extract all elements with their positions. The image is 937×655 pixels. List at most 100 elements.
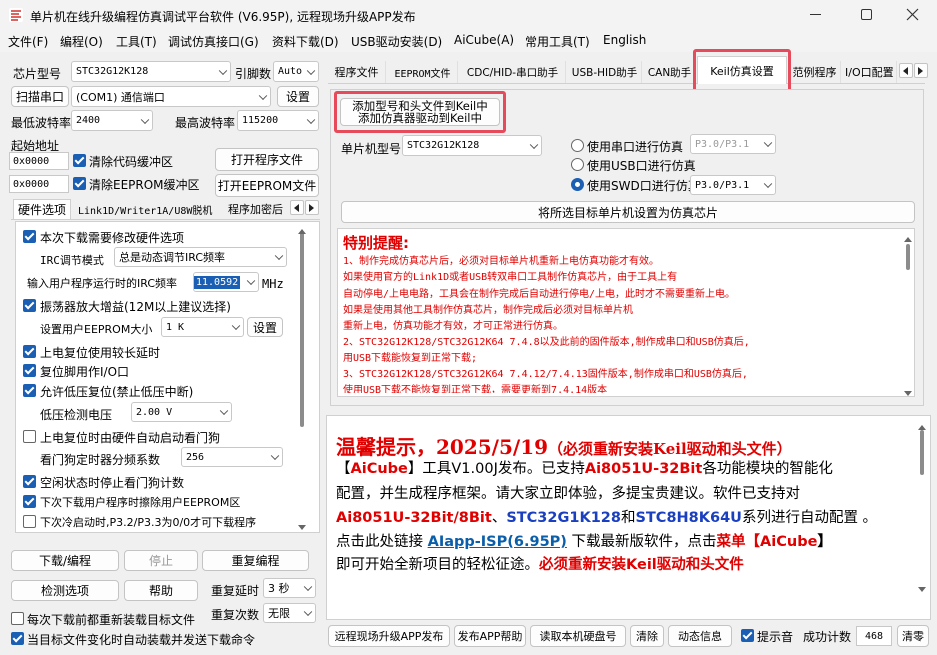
left-tab-scroll-left[interactable] (290, 200, 304, 215)
menu-tools[interactable]: 工具(T) (116, 33, 157, 50)
menu-program[interactable]: 编程(O) (60, 33, 103, 50)
osc-gain-checkbox[interactable] (23, 299, 36, 312)
modify-hw-checkbox[interactable] (23, 230, 36, 243)
tab-program-file[interactable]: 程序文件 (328, 61, 386, 83)
tab-keil-settings[interactable]: Keil仿真设置 (697, 56, 787, 84)
mcu-model-select[interactable]: STC32G12K128 (402, 135, 542, 156)
tab-hardware-options[interactable]: 硬件选项 (13, 199, 72, 219)
lvd-label: 低压检测电压 (40, 408, 113, 422)
beep-checkbox[interactable] (741, 629, 754, 642)
notice-line: 自动停电/上电电路，工具会在制作完成后自动进行停电/上电，此时才不需要重新上电。 (343, 289, 736, 300)
repeat-delay-select[interactable]: 3 秒 (263, 578, 316, 598)
port-select[interactable]: (COM1) 通信端口 (71, 86, 271, 107)
right-tab-scroll-right[interactable] (914, 63, 928, 78)
announce-scrollbar-thumb[interactable] (920, 430, 924, 475)
app-logo-icon (9, 8, 23, 22)
repeat-program-button[interactable]: 重复编程 (202, 550, 309, 571)
notice-line: 用USB下载能恢复到正常下载; (343, 353, 478, 364)
announce-scroll-down[interactable] (918, 582, 926, 596)
mcu-model-label: 单片机型号 (341, 142, 402, 156)
por-delay-checkbox[interactable] (23, 345, 36, 358)
download-link[interactable]: AIapp-ISP(6.95P) (428, 534, 567, 550)
minimize-icon[interactable] (810, 14, 821, 15)
left-tab-scroll-right[interactable] (305, 200, 319, 215)
pins-select[interactable]: Auto (273, 61, 319, 82)
clear-eeprom-checkbox[interactable] (73, 177, 86, 190)
download-program-button[interactable]: 下载/编程 (11, 550, 119, 571)
eeprom-settings-button[interactable]: 设置 (247, 317, 283, 337)
menu-debug[interactable]: 调试仿真接口(G) (168, 33, 259, 50)
dynamic-info-button[interactable]: 动态信息 (668, 625, 732, 647)
add-to-keil-button[interactable]: 添加型号和头文件到Keil中 添加仿真器驱动到Keil中 (340, 98, 500, 126)
lvr-checkbox[interactable] (23, 384, 36, 397)
reset-io-checkbox[interactable] (23, 364, 36, 377)
radio-usb-sim[interactable] (571, 158, 584, 171)
lvd-select[interactable]: 2.00 V (131, 402, 232, 422)
tab-encryption[interactable]: 程序加密后 (224, 199, 290, 219)
hardware-scrollbar-thumb[interactable] (300, 232, 304, 427)
notice-scroll-up[interactable] (904, 232, 912, 246)
irc-freq-select[interactable]: 11.0592 (193, 272, 259, 292)
open-eeprom-button[interactable]: 打开EEPROM文件 (215, 174, 319, 197)
reload-checkbox[interactable] (11, 612, 24, 625)
tab-link1d[interactable]: Link1D/Writer1A/U8W脱机 (74, 199, 216, 219)
tab-examples[interactable]: 范例程序 (789, 61, 841, 83)
menu-aicube[interactable]: AiCube(A) (454, 33, 514, 47)
set-sim-chip-button[interactable]: 将所选目标单片机设置为仿真芯片 (341, 201, 915, 223)
tab-can[interactable]: CAN助手 (644, 61, 696, 83)
max-baud-select[interactable]: 115200 (237, 110, 319, 131)
notice-line: 3、STC32G12K128/STC32G12K64 7.4.12/7.4.13… (343, 369, 748, 380)
notice-scrollbar-thumb[interactable] (906, 244, 910, 270)
scroll-up-arrow[interactable] (298, 224, 306, 238)
tab-cdc-hid[interactable]: CDC/HID-串口助手 (460, 61, 566, 83)
code-address-input[interactable]: 0x0000 (9, 152, 69, 170)
tab-io-config[interactable]: I/O口配置 (845, 61, 897, 83)
scan-port-button[interactable]: 扫描串口 (11, 86, 69, 107)
publish-help-button[interactable]: 发布APP帮助 (454, 625, 526, 647)
cold-boot-checkbox[interactable] (23, 515, 36, 528)
eeprom-size-select[interactable]: 1 K (161, 317, 244, 337)
erase-eeprom-label: 下次下载用户程序时擦除用户EEPROM区 (40, 496, 241, 509)
menu-file[interactable]: 文件(F) (8, 33, 48, 50)
menu-usb-driver[interactable]: USB驱动安装(D) (351, 33, 442, 50)
eeprom-size-label: 设置用户EEPROM大小 (40, 323, 153, 336)
wdt-div-select[interactable]: 256 (181, 447, 283, 467)
read-disk-button[interactable]: 读取本机硬盘号 (530, 625, 626, 647)
help-button[interactable]: 帮助 (124, 580, 198, 601)
chip-select[interactable]: STC32G12K128 (71, 61, 231, 82)
radio-swd-label: 使用SWD口进行仿真 (587, 179, 700, 193)
auto-send-label: 当目标文件变化时自动装载并发送下载命令 (27, 633, 256, 647)
open-program-button[interactable]: 打开程序文件 (215, 148, 319, 171)
announce-scroll-up[interactable] (918, 420, 926, 434)
port-settings-button[interactable]: 设置 (277, 86, 319, 107)
notice-scroll-down[interactable] (904, 386, 912, 400)
menu-download[interactable]: 资料下载(D) (272, 33, 339, 50)
radio-serial-sim[interactable] (571, 139, 584, 152)
serial-pins-select[interactable]: P3.0/P3.1 (690, 134, 776, 154)
scroll-down-arrow[interactable] (298, 520, 306, 534)
wdt-checkbox[interactable] (23, 430, 36, 443)
clear-button[interactable]: 清除 (630, 625, 664, 647)
remote-upgrade-button[interactable]: 远程现场升级APP发布 (328, 625, 450, 647)
tab-eeprom-file[interactable]: EEPROM文件 (388, 61, 458, 83)
right-tab-scroll-left[interactable] (899, 63, 913, 78)
menu-english[interactable]: English (603, 33, 646, 47)
repeat-count-select[interactable]: 无限 (263, 603, 316, 623)
erase-eeprom-checkbox[interactable] (23, 495, 36, 508)
maximize-icon[interactable] (861, 9, 872, 20)
cold-boot-label: 下次冷启动时,P3.2/P3.3为0/0才可下载程序 (40, 516, 257, 529)
radio-swd-sim[interactable] (571, 178, 584, 191)
eeprom-address-input[interactable]: 0x0000 (9, 175, 69, 193)
min-baud-select[interactable]: 2400 (71, 110, 153, 131)
close-icon[interactable] (906, 8, 919, 21)
detect-options-button[interactable]: 检测选项 (11, 580, 119, 601)
auto-send-checkbox[interactable] (11, 632, 24, 645)
menu-common-tools[interactable]: 常用工具(T) (525, 33, 590, 50)
swd-pins-select[interactable]: P3.0/P3.1 (690, 175, 776, 195)
stop-button[interactable]: 停止 (124, 550, 198, 571)
irc-mode-select[interactable]: 总是动态调节IRC频率 (114, 247, 287, 267)
clear-code-checkbox[interactable] (73, 154, 86, 167)
idle-wdt-checkbox[interactable] (23, 475, 36, 488)
reset-count-button[interactable]: 清零 (897, 625, 929, 647)
tab-usb-hid[interactable]: USB-HID助手 (568, 61, 642, 83)
